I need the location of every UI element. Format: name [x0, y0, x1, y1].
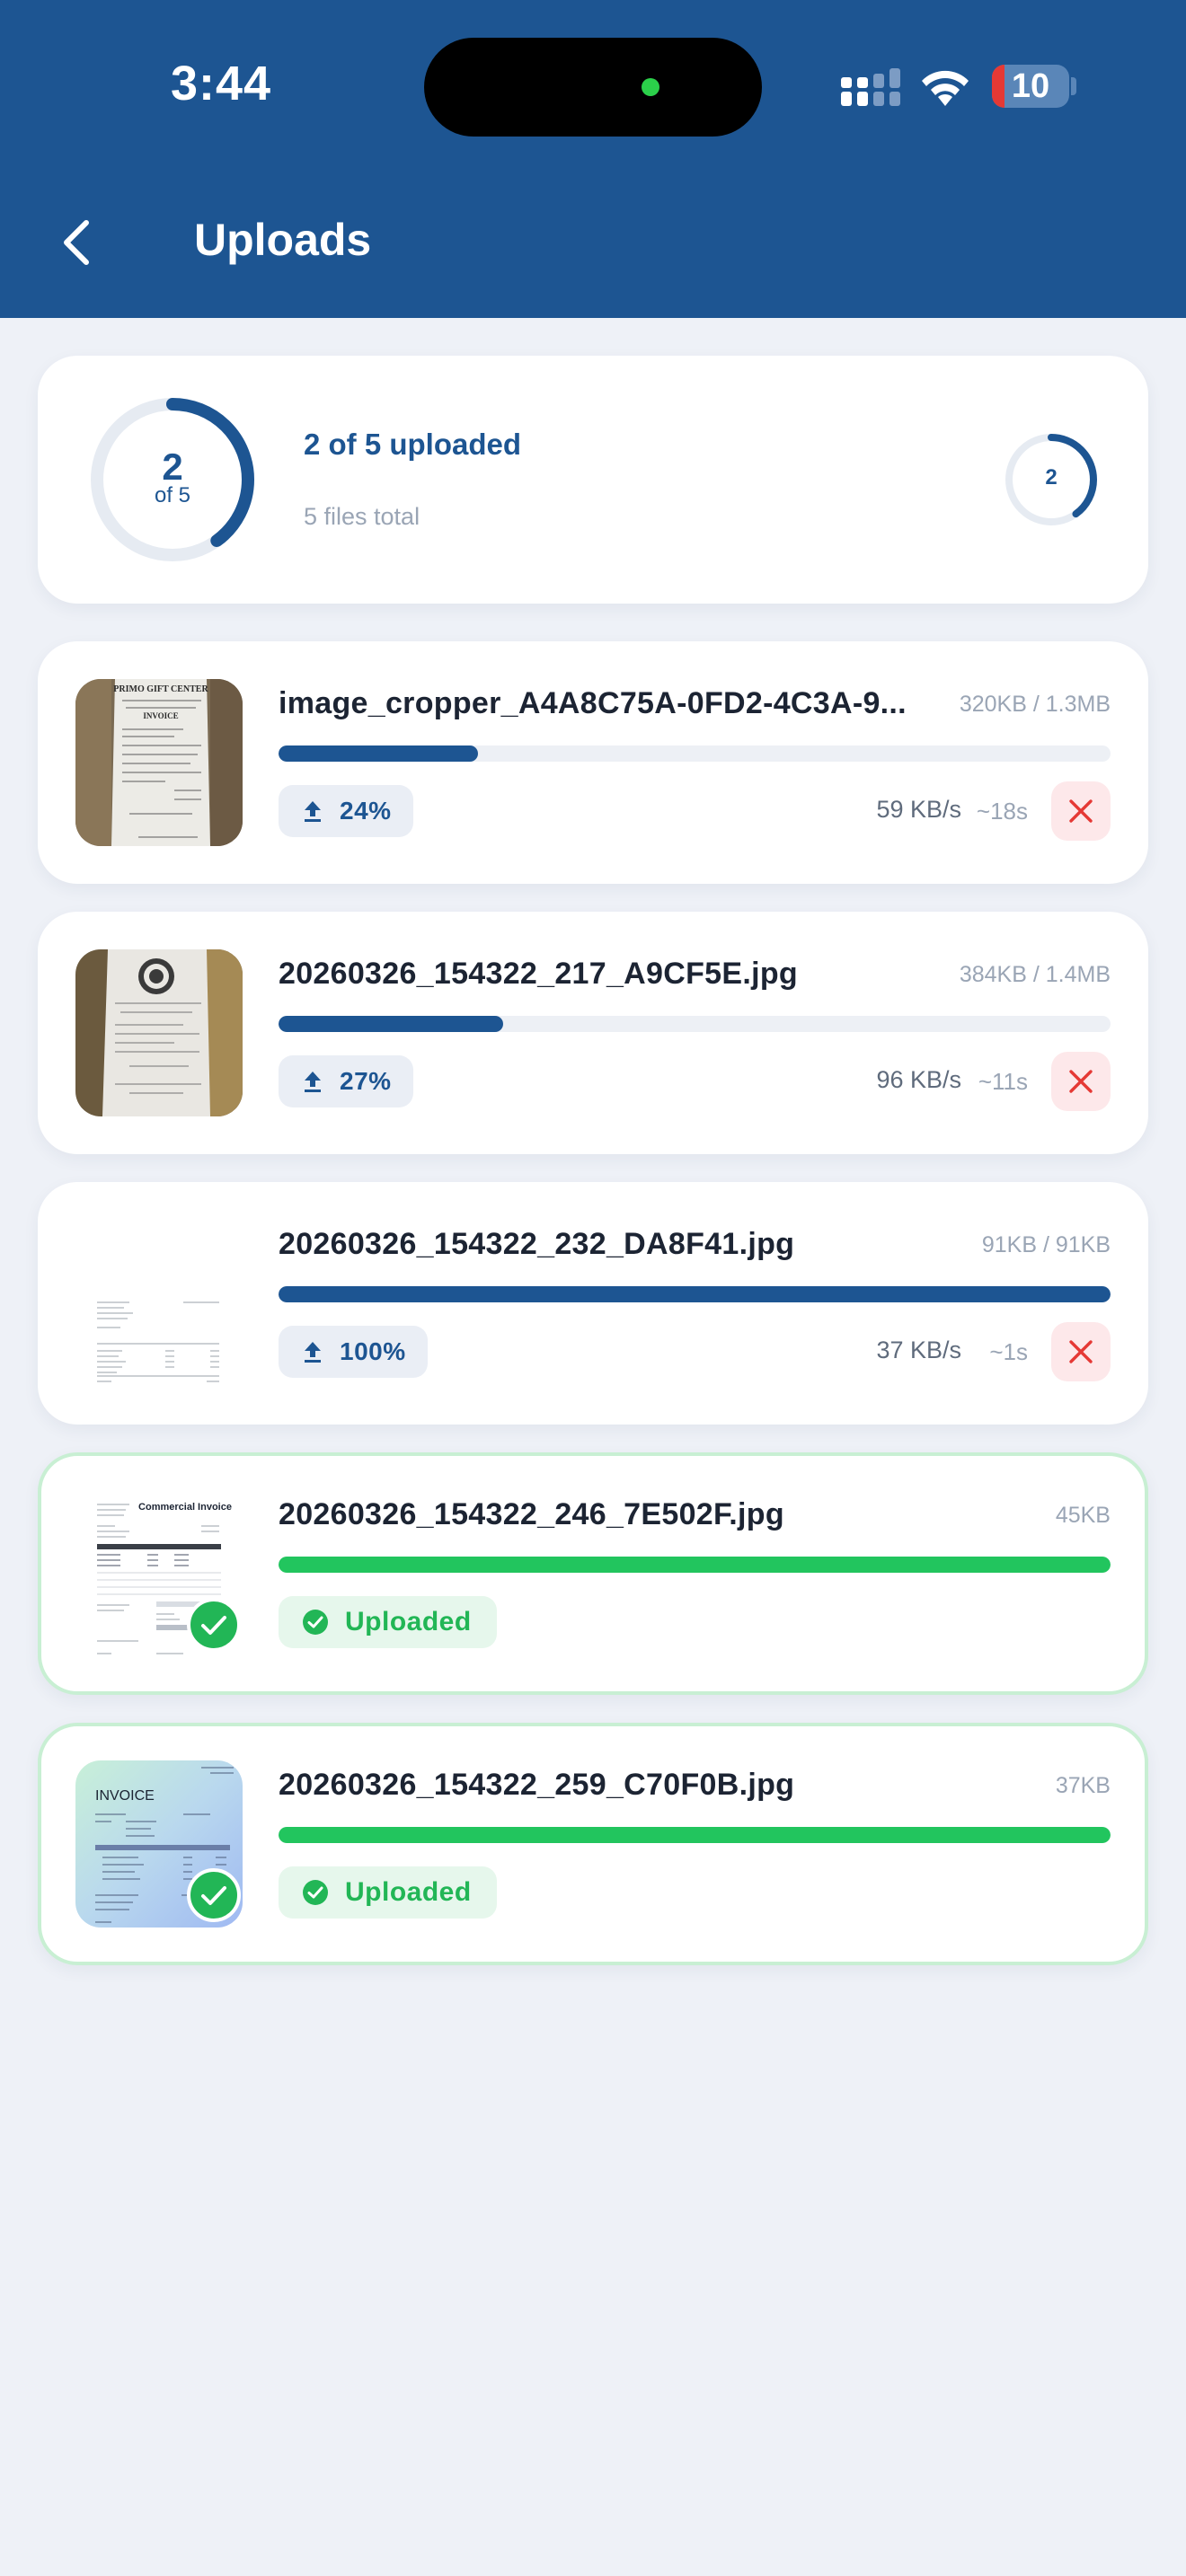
- file-size: 384KB / 1.4MB: [959, 962, 1111, 987]
- battery-icon: 10: [992, 65, 1069, 108]
- file-name: image_cropper_A4A8C75A-0FD2-4C3A-9...: [279, 686, 907, 720]
- percent-label: 100%: [340, 1337, 406, 1365]
- svg-text:Commercial Invoice: Commercial Invoice: [138, 1502, 232, 1513]
- document-thumbnail: [75, 1220, 243, 1387]
- file-size: 37KB: [1055, 1773, 1111, 1798]
- upload-arrow-icon: [305, 1072, 321, 1092]
- file-row: 20260326_154322_232_DA8F41.jpg 91KB / 91…: [38, 1182, 1148, 1425]
- time-remaining: ~11s: [978, 1068, 1028, 1095]
- time-remaining: ~1s: [989, 1338, 1028, 1365]
- percent-badge: 27%: [279, 1055, 413, 1107]
- percent-badge: 100%: [279, 1326, 428, 1378]
- status-badge: Uploaded: [279, 1866, 497, 1919]
- progress-fill: [279, 1286, 1111, 1302]
- uploaded-check-icon: [187, 1868, 241, 1922]
- progress-fill: [279, 1557, 1111, 1573]
- dynamic-island: [424, 38, 762, 137]
- check-circle-icon: [303, 1880, 328, 1905]
- camera-indicator: [642, 78, 659, 96]
- time-remaining: ~18s: [976, 798, 1028, 825]
- summary-subtitle: 5 files total: [304, 503, 420, 530]
- progress-track: [279, 1016, 1111, 1032]
- progress-fill: [279, 745, 479, 762]
- check-circle-icon: [303, 1610, 328, 1635]
- svg-text:INVOICE: INVOICE: [95, 1788, 155, 1804]
- status-label: Uploaded: [345, 1877, 472, 1907]
- file-row: 20260326_154322_217_A9CF5E.jpg 384KB / 1…: [38, 912, 1148, 1154]
- progress-track: [279, 1827, 1111, 1843]
- upload-speed: 59 KB/s: [876, 796, 961, 823]
- status-time: 3:44: [171, 57, 272, 110]
- receipt-thumbnail: [75, 949, 243, 1116]
- upload-arrow-icon: [305, 801, 321, 822]
- receipt-thumbnail: PRIMO GIFT CENTER INVOICE: [75, 679, 243, 846]
- file-row: PRIMO GIFT CENTER INVOICE image_cropper_…: [38, 641, 1148, 884]
- progress-track: [279, 1286, 1111, 1302]
- file-name: 20260326_154322_217_A9CF5E.jpg: [279, 957, 798, 991]
- uploaded-check-icon: [187, 1598, 241, 1652]
- upload-summary-card: 2 of 5 2 of 5 uploaded 5 files total 2: [38, 356, 1148, 604]
- progress-track: [279, 1557, 1111, 1573]
- file-size: 320KB / 1.3MB: [959, 692, 1111, 717]
- file-name: 20260326_154322_259_C70F0B.jpg: [279, 1768, 795, 1802]
- file-row: Commercial Invoice 20260326_154322_246_7…: [38, 1452, 1148, 1695]
- back-chevron-icon[interactable]: [54, 212, 101, 273]
- upload-arrow-icon: [305, 1342, 321, 1363]
- upload-speed: 37 KB/s: [876, 1337, 961, 1363]
- small-ring-count: 2: [1045, 465, 1058, 490]
- battery-level: 10: [1011, 67, 1050, 105]
- file-size: 91KB / 91KB: [981, 1232, 1111, 1257]
- wifi-icon: [922, 70, 969, 106]
- svg-text:PRIMO GIFT CENTER: PRIMO GIFT CENTER: [113, 684, 208, 694]
- percent-label: 24%: [340, 797, 392, 825]
- uploaded-count: 2: [162, 446, 183, 488]
- close-icon: [1069, 1340, 1093, 1363]
- status-badge: Uploaded: [279, 1596, 497, 1648]
- file-row: INVOICE 20260326_154322_259_C70F0B.jpg 3…: [38, 1723, 1148, 1965]
- status-label: Uploaded: [345, 1607, 472, 1636]
- total-label: of 5: [154, 483, 191, 507]
- percent-badge: 24%: [279, 785, 413, 837]
- page-title: Uploads: [194, 215, 372, 265]
- cellular-signal-icon: [841, 68, 900, 106]
- file-name: 20260326_154322_232_DA8F41.jpg: [279, 1227, 795, 1261]
- summary-title: 2 of 5 uploaded: [304, 428, 522, 461]
- progress-fill: [279, 1827, 1111, 1843]
- upload-speed: 96 KB/s: [876, 1066, 961, 1093]
- cancel-upload-button[interactable]: [1051, 1322, 1111, 1381]
- file-name: 20260326_154322_246_7E502F.jpg: [279, 1497, 784, 1531]
- cancel-upload-button[interactable]: [1051, 781, 1111, 841]
- battery-cap: [1071, 77, 1076, 95]
- svg-text:INVOICE: INVOICE: [143, 711, 178, 720]
- progress-track: [279, 745, 1111, 762]
- cancel-upload-button[interactable]: [1051, 1052, 1111, 1111]
- progress-fill: [279, 1016, 504, 1032]
- percent-label: 27%: [340, 1067, 392, 1095]
- close-icon: [1069, 1070, 1093, 1093]
- file-size: 45KB: [1055, 1503, 1111, 1528]
- close-icon: [1069, 799, 1093, 823]
